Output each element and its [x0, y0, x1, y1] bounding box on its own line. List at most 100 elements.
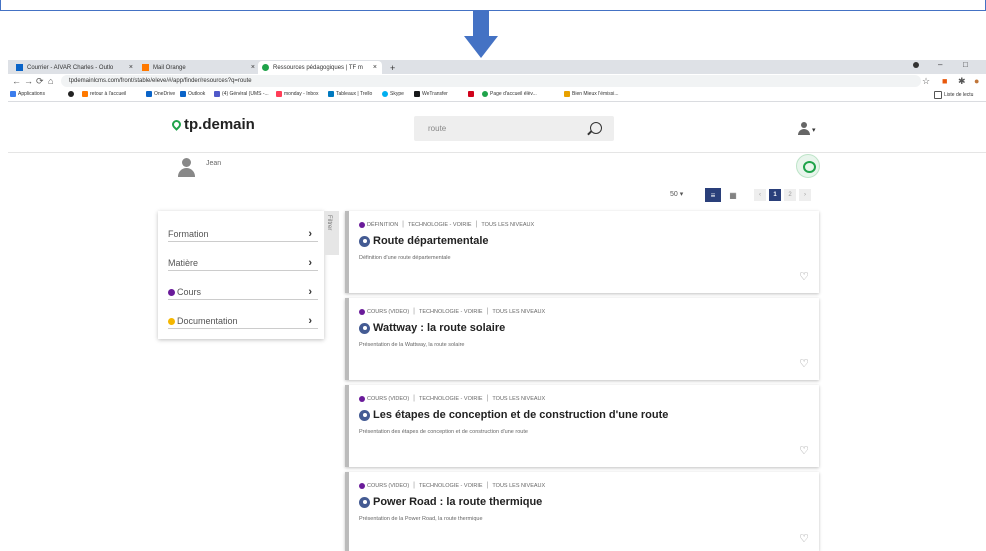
pagination-prev[interactable]: ‹: [754, 189, 766, 201]
chat-icon[interactable]: [796, 154, 820, 178]
gear-icon: [359, 235, 370, 247]
pagination-next[interactable]: ›: [799, 189, 811, 201]
resource-description: Présentation des étapes de conception et…: [359, 429, 528, 435]
bookmark-eleve[interactable]: Page d'accueil élèv...: [482, 91, 537, 97]
pagination-page-1[interactable]: 1: [769, 189, 781, 201]
resource-description: Présentation de la Power Road, la route …: [359, 516, 483, 522]
profile-icon[interactable]: [913, 62, 919, 68]
heart-icon[interactable]: ♡: [799, 270, 809, 283]
avatar: [178, 158, 195, 178]
search-icon[interactable]: [590, 122, 602, 134]
resource-title[interactable]: Wattway : la route solaire: [373, 322, 505, 334]
chevron-right-icon: ›: [308, 286, 312, 298]
bookmark-trello[interactable]: Tableaux | Trello: [328, 91, 372, 97]
grid-view-icon[interactable]: ▦: [725, 188, 741, 202]
chevron-right-icon: ›: [308, 315, 312, 327]
resource-type: COURS (VIDEO): [367, 395, 410, 402]
bookmark-red[interactable]: [468, 91, 476, 97]
tab-label: Courrier - AIVAR Charles - Outlo: [27, 64, 114, 71]
resource-description: Définition d'une route départementale: [359, 255, 451, 261]
reload-icon[interactable]: ⟳: [36, 76, 44, 87]
resource-level: TOUS LES NIVEAUX: [481, 221, 535, 228]
app-header: tp.demain route ▾: [8, 102, 986, 153]
home-icon[interactable]: ⌂: [48, 76, 53, 86]
tab-close-icon[interactable]: ×: [251, 64, 255, 71]
star-icon[interactable]: ☆: [922, 76, 930, 87]
resource-category: TECHNOLOGIE - VOIRIE: [419, 482, 483, 489]
avatar[interactable]: ●: [974, 76, 979, 86]
bookmark-general[interactable]: (4) Général (UMS -...: [214, 91, 269, 97]
resource-category: TECHNOLOGIE - VOIRIE: [419, 308, 483, 315]
filter-label: Cours: [177, 287, 202, 297]
documentation-dot-icon: [168, 317, 175, 325]
result-card[interactable]: COURS (VIDEO) | TECHNOLOGIE - VOIRIE | TOUS …: [345, 472, 819, 551]
maximize-button[interactable]: □: [963, 60, 968, 69]
filter-label: Formation: [168, 229, 209, 239]
chevron-right-icon: ›: [308, 257, 312, 269]
filter-formation[interactable]: Formation ›: [168, 223, 318, 242]
tab-close-icon[interactable]: ×: [373, 64, 377, 71]
outlook-icon: [16, 64, 23, 71]
chevron-down-icon[interactable]: ▾: [812, 126, 816, 134]
filter-documentation[interactable]: Documentation ›: [168, 310, 318, 329]
result-card[interactable]: DÉFINITION | TECHNOLOGIE - VOIRIE | TOUS LES…: [345, 211, 819, 293]
resource-type: DÉFINITION: [367, 221, 399, 228]
filter-toggle[interactable]: Filtrer: [324, 211, 339, 255]
resource-title[interactable]: Route départementale: [373, 235, 489, 247]
result-card[interactable]: COURS (VIDEO) | TECHNOLOGIE - VOIRIE | TOUS …: [345, 298, 819, 380]
extension-icon[interactable]: ■: [942, 76, 947, 86]
bookmark-emission[interactable]: Bien Mieux l'émissi...: [564, 91, 619, 97]
filter-cours[interactable]: Cours ›: [168, 281, 318, 300]
puzzle-icon[interactable]: ✱: [958, 76, 966, 87]
address-bar: ← → ⟳ ⌂ tpdemainlcms.com/front/stable/el…: [8, 74, 986, 88]
per-page-select[interactable]: 50 ▾: [666, 188, 698, 202]
filter-panel: Formation › Matière › Cours › Documentat…: [158, 211, 324, 339]
bookmark-outlook[interactable]: Outlook: [180, 91, 205, 97]
user-name: Jean: [206, 160, 222, 167]
logo[interactable]: tp.demain: [170, 116, 255, 133]
user-icon[interactable]: [798, 122, 810, 136]
list-view-icon[interactable]: ≡: [705, 188, 721, 202]
bookmark-onedrive[interactable]: OneDrive: [146, 91, 175, 97]
resource-title[interactable]: Power Road : la route thermique: [373, 496, 542, 508]
result-card[interactable]: COURS (VIDEO) | TECHNOLOGIE - VOIRIE | TOUS …: [345, 385, 819, 467]
new-tab-button[interactable]: +: [386, 61, 400, 74]
browser-tab-mail-orange[interactable]: Mail Orange ×: [138, 61, 260, 74]
heart-icon[interactable]: ♡: [799, 532, 809, 545]
bookmark-wetransfer[interactable]: WeTransfer: [414, 91, 448, 97]
bookmark-monday[interactable]: monday - Inbox: [276, 91, 318, 97]
type-dot-icon: [359, 482, 365, 489]
filter-label: Documentation: [177, 316, 238, 326]
resource-category: TECHNOLOGIE - VOIRIE: [419, 395, 483, 402]
heart-icon[interactable]: ♡: [799, 357, 809, 370]
pin-icon: [170, 118, 183, 131]
filter-label: Matière: [168, 258, 199, 268]
search-input[interactable]: route: [414, 116, 614, 141]
type-dot-icon: [359, 308, 365, 315]
bookmark-skype[interactable]: Skype: [382, 91, 404, 97]
minimize-button[interactable]: –: [938, 60, 942, 69]
pagination-page-2[interactable]: 2: [784, 189, 796, 201]
type-dot-icon: [359, 395, 365, 402]
cours-dot-icon: [168, 288, 175, 296]
browser-tab-active[interactable]: Ressources pédagogiques | TF m ×: [258, 61, 382, 74]
filter-toggle-label: Filtrer: [326, 215, 332, 231]
bookmark-apps[interactable]: Applications: [10, 91, 45, 97]
annotation-arrow-icon: [464, 10, 498, 60]
forward-icon[interactable]: →: [24, 76, 33, 86]
url-field[interactable]: tpdemainlcms.com/front/stable/eleve/#/ap…: [61, 75, 921, 87]
heart-icon[interactable]: ♡: [799, 444, 809, 457]
chevron-right-icon: ›: [308, 228, 312, 240]
pin-icon: [262, 64, 269, 71]
resource-type: COURS (VIDEO): [367, 308, 410, 315]
reading-list[interactable]: Liste de lectu: [934, 91, 973, 99]
logo-text: tp.demain: [184, 116, 255, 133]
filter-matiere[interactable]: Matière ›: [168, 252, 318, 271]
back-icon[interactable]: ←: [12, 76, 21, 86]
bookmark-accueil[interactable]: retour à l'accueil: [82, 91, 126, 97]
bookmark-github[interactable]: [68, 91, 76, 97]
browser-tab-bar: Courrier - AIVAR Charles - Outlo × Mail …: [8, 60, 986, 74]
browser-tab-outlook[interactable]: Courrier - AIVAR Charles - Outlo ×: [12, 61, 138, 74]
tab-close-icon[interactable]: ×: [129, 64, 133, 71]
resource-title[interactable]: Les étapes de conception et de construct…: [373, 409, 668, 421]
